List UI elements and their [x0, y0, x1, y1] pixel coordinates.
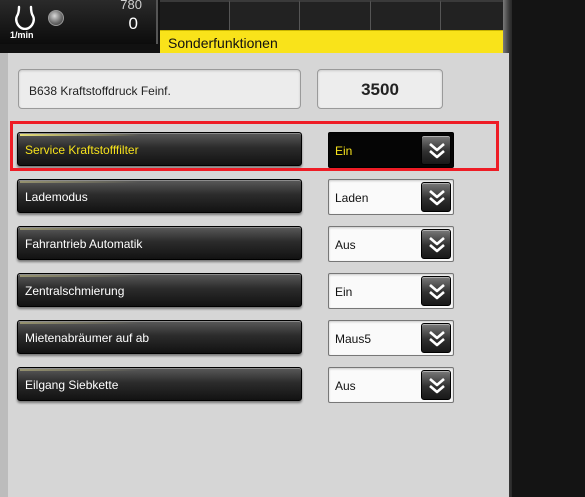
fuel-pressure-value: 3500	[317, 69, 443, 109]
setting-label[interactable]: Mietenabräumer auf ab	[17, 320, 302, 354]
setting-dropdown[interactable]: Aus	[328, 367, 454, 403]
settings-panel: B638 Kraftstoffdruck Feinf. 3500 Service…	[0, 53, 509, 497]
setting-label[interactable]: Eilgang Siebkette	[17, 367, 302, 401]
dropdown-value: Laden	[335, 191, 369, 205]
dropdown-value: Ein	[335, 285, 353, 299]
chevron-double-down-icon[interactable]	[421, 135, 451, 165]
dropdown-value: Aus	[335, 379, 356, 393]
setting-dropdown[interactable]: Laden	[328, 179, 454, 215]
chevron-double-down-icon[interactable]	[421, 182, 451, 212]
softkey-slot[interactable]	[230, 0, 301, 30]
setting-label[interactable]: Service Kraftstofffilter	[17, 132, 302, 166]
setting-row-zentralschmierung[interactable]: Zentralschmierung Ein	[0, 271, 509, 311]
setting-dropdown[interactable]: Maus5	[328, 320, 454, 356]
rpm-unit: 1/min	[10, 30, 34, 40]
setting-row-eilgang-siebkette[interactable]: Eilgang Siebkette Aus	[0, 365, 509, 405]
setting-dropdown[interactable]: Ein	[328, 132, 454, 168]
setting-label[interactable]: Zentralschmierung	[17, 273, 302, 307]
setting-row-lademodus[interactable]: Lademodus Laden	[0, 177, 509, 217]
dropdown-value: Maus5	[335, 332, 372, 346]
softkey-slot[interactable]	[440, 0, 512, 30]
chevron-double-down-icon[interactable]	[421, 323, 451, 353]
engine-icon	[15, 5, 35, 30]
chevron-double-down-icon[interactable]	[421, 370, 451, 400]
setting-row-service-fuel-filter[interactable]: Service Kraftstofffilter Ein	[0, 130, 509, 170]
fuel-pressure-label: B638 Kraftstoffdruck Feinf.	[18, 69, 301, 109]
chevron-double-down-icon[interactable]	[421, 229, 451, 259]
setting-label[interactable]: Fahrantrieb Automatik	[17, 226, 302, 260]
softkey-slot[interactable]	[160, 0, 231, 30]
softkey-slot[interactable]	[370, 0, 441, 30]
top-softkey-bar	[160, 0, 512, 30]
setting-dropdown[interactable]: Aus	[328, 226, 454, 262]
setting-row-mietenabraeumer[interactable]: Mietenabräumer auf ab Maus5	[0, 318, 509, 358]
rpm-display: 1/min 780 0	[0, 0, 158, 44]
setting-row-fahrantrieb-automatik[interactable]: Fahrantrieb Automatik Aus	[0, 224, 509, 264]
chevron-double-down-icon[interactable]	[421, 276, 451, 306]
rpm-value: 0	[128, 14, 138, 33]
setting-label[interactable]: Lademodus	[17, 179, 302, 213]
page-title: Sonderfunktionen	[160, 30, 511, 53]
softkey-slot[interactable]	[300, 0, 371, 30]
rpm-top-value: 780	[120, 0, 142, 12]
setting-dropdown[interactable]: Ein	[328, 273, 454, 309]
dropdown-value: Aus	[335, 238, 356, 252]
indicator-lamp-icon	[48, 10, 64, 26]
screen-bezel	[512, 0, 585, 497]
dropdown-value: Ein	[335, 144, 353, 158]
